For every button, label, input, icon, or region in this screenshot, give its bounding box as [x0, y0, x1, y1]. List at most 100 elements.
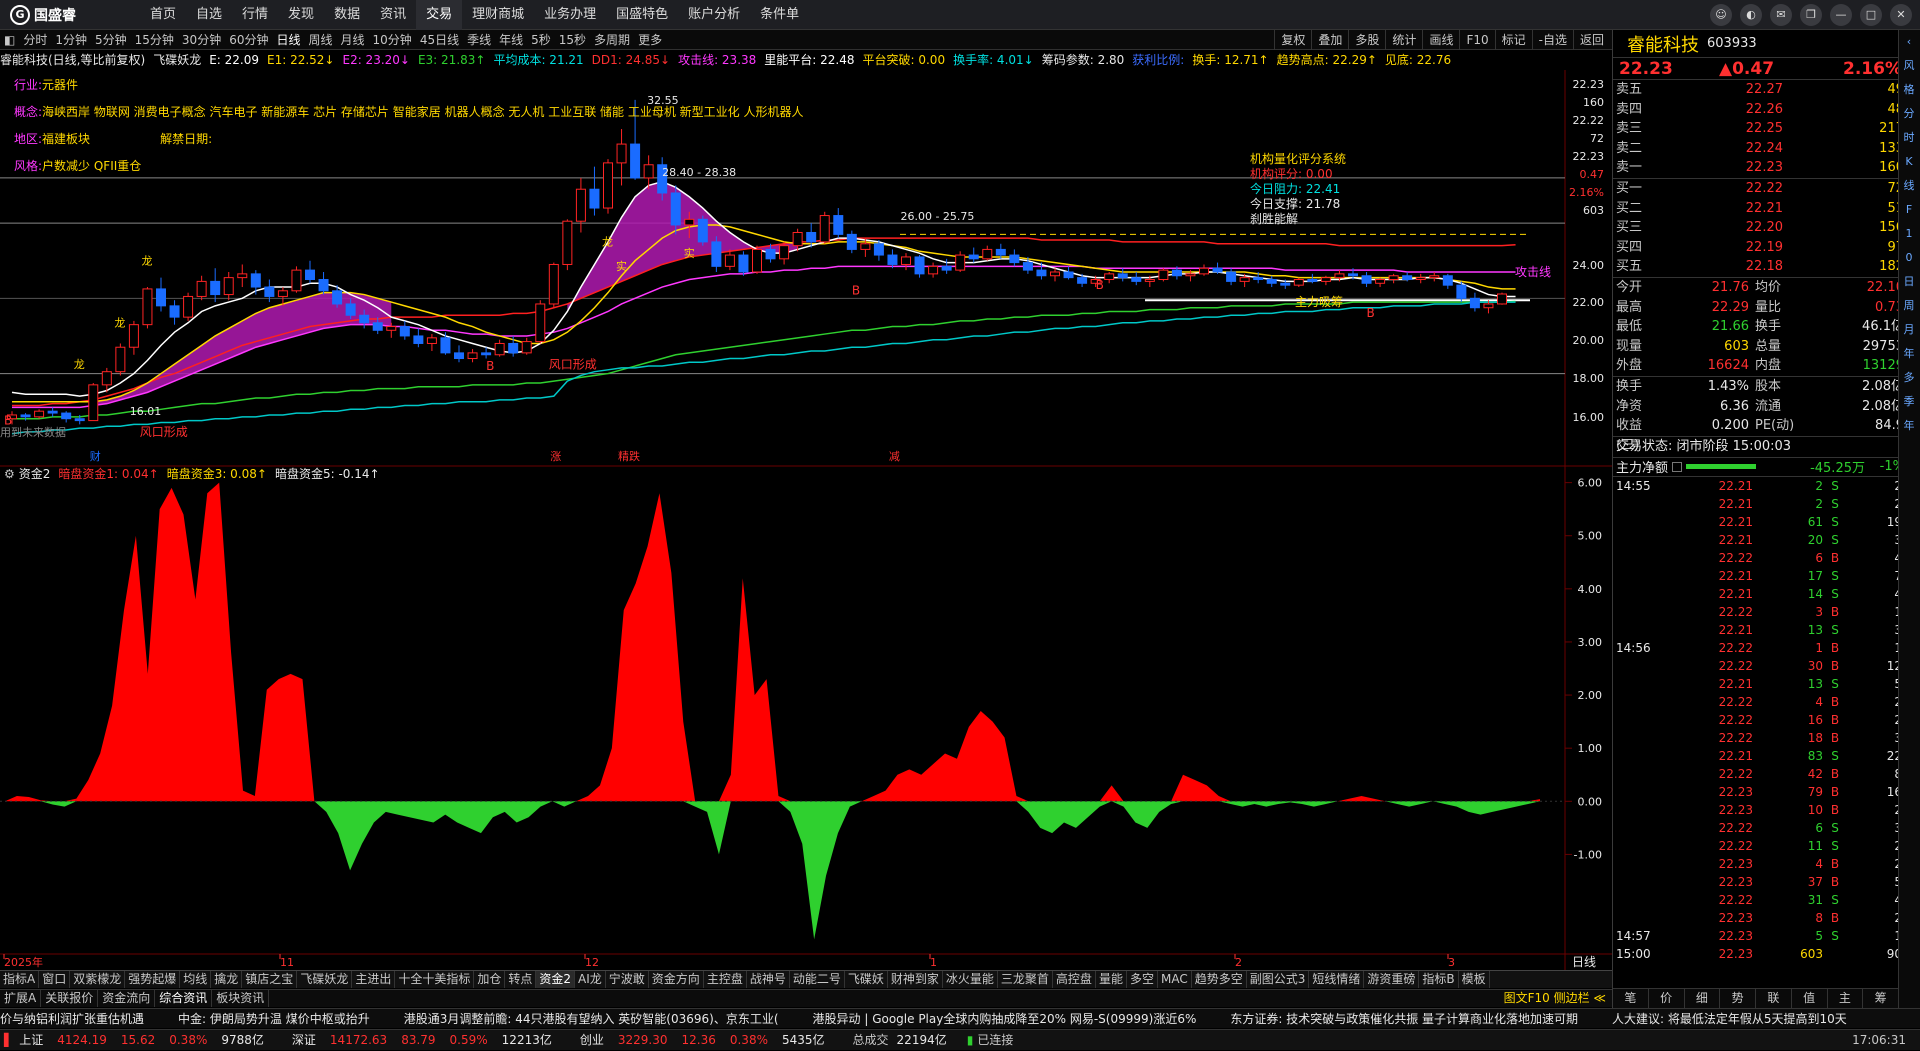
quote-tab[interactable]: 势: [1720, 989, 1756, 1008]
menu-9[interactable]: 国盛特色: [606, 0, 678, 30]
tool-2[interactable]: 多股: [1348, 30, 1385, 50]
menu-0[interactable]: 首页: [140, 0, 186, 30]
minimize-icon[interactable]: —: [1830, 4, 1852, 26]
settings-icon[interactable]: ⚙: [4, 467, 15, 481]
vertical-tab[interactable]: 分: [1899, 102, 1919, 126]
asks-row[interactable]: 卖一 22.23 160: [1613, 158, 1908, 178]
news-item[interactable]: 价与纳铝利润扩张重估机遇: [0, 1012, 144, 1026]
indicator-tab[interactable]: 高控盘: [1053, 971, 1096, 988]
period-14[interactable]: 15秒: [559, 30, 586, 50]
period-5[interactable]: 60分钟: [229, 30, 268, 50]
tool-7[interactable]: -自选: [1531, 30, 1573, 50]
menu-2[interactable]: 行情: [232, 0, 278, 30]
vertical-tab[interactable]: 年: [1899, 342, 1919, 366]
layout-icon[interactable]: ◧: [4, 30, 15, 50]
indicator-tab[interactable]: 主进出: [352, 971, 396, 988]
indicator-tab[interactable]: 指标A: [0, 971, 40, 988]
asks-row[interactable]: 卖三 22.25 217: [1613, 119, 1908, 139]
sub-tab[interactable]: 扩展A: [0, 990, 42, 1007]
bids-row[interactable]: 买四 22.19 97: [1613, 238, 1908, 258]
chat-icon[interactable]: ☺: [1710, 4, 1732, 26]
quote-tab[interactable]: 筹: [1863, 989, 1899, 1008]
indicator-tab[interactable]: 模板: [1459, 971, 1490, 988]
menu-5[interactable]: 资讯: [370, 0, 416, 30]
indicator-tab[interactable]: 三龙聚首: [998, 971, 1053, 988]
sub-tab[interactable]: 关联报价: [41, 990, 99, 1007]
bids-row[interactable]: 买三 22.20 156: [1613, 218, 1908, 238]
indicator-tab[interactable]: 短线情绪: [1309, 971, 1365, 988]
tool-5[interactable]: F10: [1459, 30, 1494, 50]
indicator-tab[interactable]: MAC: [1158, 971, 1192, 988]
quote-tab[interactable]: 价: [1649, 989, 1685, 1008]
vertical-tab[interactable]: F: [1899, 198, 1919, 222]
indicator-tab[interactable]: 擒龙: [211, 971, 243, 988]
indicator-tab[interactable]: 十全十美指标: [395, 971, 475, 988]
indicator-tab[interactable]: 镇店之宝: [242, 971, 298, 988]
period-4[interactable]: 30分钟: [182, 30, 221, 50]
indicator-tab[interactable]: 宁波敢: [606, 971, 649, 988]
indicator-tab[interactable]: 均线: [180, 971, 212, 988]
restore-icon[interactable]: ❐: [1800, 4, 1822, 26]
period-9[interactable]: 10分钟: [373, 30, 412, 50]
indicator-tab[interactable]: 主控盘: [704, 971, 747, 988]
vertical-tab[interactable]: 风: [1899, 54, 1919, 78]
menu-11[interactable]: 条件单: [750, 0, 809, 30]
indicator-tab[interactable]: 指标B: [1419, 971, 1459, 988]
vertical-tab[interactable]: 月: [1899, 318, 1919, 342]
news-item[interactable]: 港股通3月调整前瞻: 44只港股有望纳入 英矽智能(03696)、京东工业(: [404, 1012, 779, 1026]
vertical-tab[interactable]: 多: [1899, 366, 1919, 390]
vertical-tab[interactable]: 格: [1899, 78, 1919, 102]
vertical-tab[interactable]: 1: [1899, 222, 1919, 246]
period-6[interactable]: 日线: [276, 30, 300, 50]
indicator-tab[interactable]: 游资重磅: [1364, 971, 1420, 988]
indicator-tab[interactable]: 趋势多空: [1192, 971, 1247, 988]
vertical-tab[interactable]: K: [1899, 150, 1919, 174]
news-item[interactable]: 人大建议: 将最低法定年假从5天提高到10天: [1612, 1012, 1847, 1026]
tick-list[interactable]: 14:5522.212S222.212S222.2161S1922.2120S3…: [1613, 477, 1908, 963]
menu-3[interactable]: 发现: [278, 0, 324, 30]
vertical-tab[interactable]: 年: [1899, 414, 1919, 438]
asks-row[interactable]: 卖二 22.24 133: [1613, 139, 1908, 159]
quote-tab[interactable]: 细: [1685, 989, 1721, 1008]
indicator-tab[interactable]: 窗口: [39, 971, 71, 988]
menu-6[interactable]: 交易: [416, 0, 463, 30]
index-quote[interactable]: 上证 4124.19 15.62 0.38% 9788亿: [19, 1030, 278, 1050]
indicator-tab[interactable]: 资金2: [536, 971, 576, 988]
bids-row[interactable]: 买二 22.21 51: [1613, 199, 1908, 219]
asks-row[interactable]: 卖五 22.27 49: [1613, 80, 1908, 100]
maximize-icon[interactable]: □: [1860, 4, 1882, 26]
sub-tab[interactable]: 板块资讯: [212, 990, 270, 1007]
tool-0[interactable]: 复权: [1274, 30, 1311, 50]
tool-1[interactable]: 叠加: [1311, 30, 1348, 50]
period-0[interactable]: 分时: [23, 30, 47, 50]
tool-3[interactable]: 统计: [1385, 30, 1422, 50]
indicator-tab[interactable]: 强势起爆: [125, 971, 181, 988]
indicator-tab[interactable]: 飞碟妖龙: [297, 971, 353, 988]
news-item[interactable]: 东方证券: 技术突破与政策催化共振 量子计算商业化落地加速可期: [1230, 1012, 1578, 1026]
period-15[interactable]: 多周期: [594, 30, 630, 50]
indicator-tab[interactable]: 财神到家: [888, 971, 943, 988]
period-3[interactable]: 15分钟: [135, 30, 174, 50]
sub-tab[interactable]: 资金流向: [98, 990, 156, 1007]
indicator-tab[interactable]: 飞碟妖: [845, 971, 888, 988]
tool-6[interactable]: 标记: [1494, 30, 1532, 50]
indicator-tab[interactable]: 多空: [1127, 971, 1158, 988]
indicator-tab[interactable]: AI龙: [575, 971, 606, 988]
vertical-tab[interactable]: 日: [1899, 270, 1919, 294]
period-13[interactable]: 5秒: [531, 30, 551, 50]
indicator-tab[interactable]: 副图公式3: [1247, 971, 1310, 988]
indicator-tab[interactable]: 冰火量能: [943, 971, 998, 988]
indicator-tab[interactable]: 战神号: [747, 971, 790, 988]
period-10[interactable]: 45日线: [420, 30, 459, 50]
period-8[interactable]: 月线: [341, 30, 365, 50]
period-16[interactable]: 更多: [638, 30, 662, 50]
news-item[interactable]: 中金: 伊朗局势升温 煤价中枢或抬升: [178, 1012, 370, 1026]
menu-8[interactable]: 业务办理: [534, 0, 606, 30]
indicator-tab[interactable]: 动能二号: [790, 971, 845, 988]
quote-tab[interactable]: 值: [1792, 989, 1828, 1008]
vertical-tab[interactable]: 周: [1899, 294, 1919, 318]
vertical-tab[interactable]: 时: [1899, 126, 1919, 150]
indicator-tab[interactable]: 转点: [505, 971, 537, 988]
vertical-tab[interactable]: 季: [1899, 390, 1919, 414]
quote-tab[interactable]: 主: [1828, 989, 1864, 1008]
